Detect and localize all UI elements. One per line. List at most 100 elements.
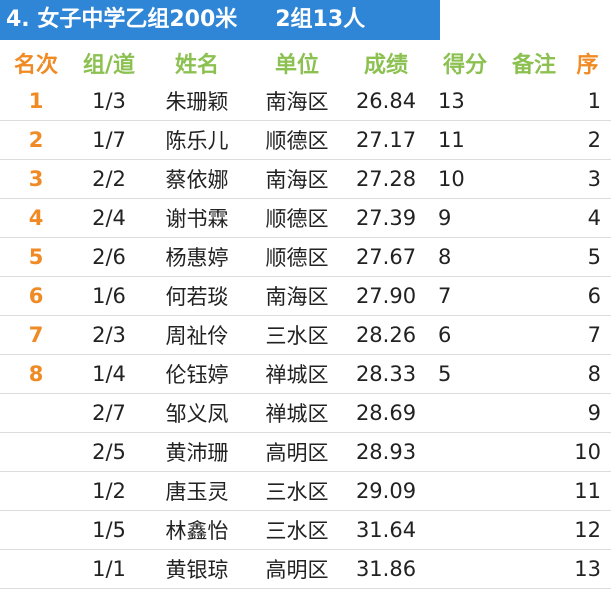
time-cell: 28.93 [346, 432, 426, 472]
table-row: 8 1/4 伦钰婷 禅城区 28.33 5 8 [0, 354, 611, 394]
unit-cell: 禅城区 [248, 354, 346, 394]
time-cell: 27.67 [346, 237, 426, 277]
lane-cell: 1/3 [72, 82, 146, 121]
rank-cell [0, 549, 72, 589]
seq-cell: 1 [564, 82, 611, 121]
note-cell [504, 315, 564, 355]
unit-cell: 高明区 [248, 432, 346, 472]
time-cell: 28.26 [346, 315, 426, 355]
note-cell [504, 471, 564, 511]
name-cell: 伦钰婷 [146, 354, 248, 394]
lane-cell: 2/3 [72, 315, 146, 355]
table-row: 1/5 林鑫怡 三水区 31.64 12 [0, 510, 611, 550]
unit-cell: 南海区 [248, 276, 346, 316]
unit-cell: 顺德区 [248, 120, 346, 160]
unit-cell: 南海区 [248, 82, 346, 121]
table-row: 1/2 唐玉灵 三水区 29.09 11 [0, 471, 611, 511]
points-cell: 5 [426, 354, 504, 394]
points-cell [426, 432, 504, 472]
points-cell [426, 393, 504, 433]
time-cell: 31.86 [346, 549, 426, 589]
points-cell: 8 [426, 237, 504, 277]
name-cell: 杨惠婷 [146, 237, 248, 277]
table-row: 4 2/4 谢书霖 顺德区 27.39 9 4 [0, 198, 611, 238]
name-cell: 何若琰 [146, 276, 248, 316]
rank-cell: 5 [0, 237, 72, 277]
header-seq: 序 [576, 53, 599, 78]
unit-cell: 高明区 [248, 549, 346, 589]
points-cell [426, 510, 504, 550]
unit-cell: 禅城区 [248, 393, 346, 433]
note-cell [504, 82, 564, 121]
seq-cell: 6 [564, 276, 611, 316]
table-row: 7 2/3 周祉伶 三水区 28.26 6 7 [0, 315, 611, 355]
name-cell: 黄沛珊 [146, 432, 248, 472]
points-cell: 13 [426, 82, 504, 121]
rank-cell: 6 [0, 276, 72, 316]
note-cell [504, 432, 564, 472]
lane-cell: 1/5 [72, 510, 146, 550]
header-note: 备注 [511, 53, 556, 78]
rank-cell: 2 [0, 120, 72, 160]
group-count: 2组13人 [275, 7, 366, 32]
seq-cell: 10 [564, 432, 611, 472]
name-cell: 邹义凤 [146, 393, 248, 433]
name-cell: 周祉伶 [146, 315, 248, 355]
table-row: 1/1 黄银琼 高明区 31.86 13 [0, 549, 611, 589]
seq-cell: 9 [564, 393, 611, 433]
lane-cell: 1/4 [72, 354, 146, 394]
table-row: 5 2/6 杨惠婷 顺德区 27.67 8 5 [0, 237, 611, 277]
header-time: 成绩 [363, 53, 408, 78]
lane-cell: 2/6 [72, 237, 146, 277]
table-row: 1 1/3 朱珊颖 南海区 26.84 13 1 [0, 82, 611, 121]
header-unit: 单位 [274, 53, 319, 78]
rank-cell: 8 [0, 354, 72, 394]
note-cell [504, 198, 564, 238]
time-cell: 29.09 [346, 471, 426, 511]
points-cell: 11 [426, 120, 504, 160]
name-cell: 蔡依娜 [146, 159, 248, 199]
note-cell [504, 159, 564, 199]
event-title: 4. 女子中学乙组200米 [6, 7, 238, 32]
rank-cell: 4 [0, 198, 72, 238]
lane-cell: 1/2 [72, 471, 146, 511]
note-cell [504, 549, 564, 589]
table-row: 2/7 邹义凤 禅城区 28.69 9 [0, 393, 611, 433]
rank-cell [0, 393, 72, 433]
seq-cell: 12 [564, 510, 611, 550]
name-cell: 黄银琼 [146, 549, 248, 589]
note-cell [504, 120, 564, 160]
header-points: 得分 [442, 53, 487, 78]
unit-cell: 南海区 [248, 159, 346, 199]
points-cell [426, 471, 504, 511]
table-row: 3 2/2 蔡依娜 南海区 27.28 10 3 [0, 159, 611, 199]
seq-cell: 5 [564, 237, 611, 277]
event-title-bar: 4. 女子中学乙组200米 2组13人 [0, 0, 440, 40]
note-cell [504, 510, 564, 550]
unit-cell: 三水区 [248, 315, 346, 355]
time-cell: 28.33 [346, 354, 426, 394]
rank-cell [0, 510, 72, 550]
results-table: 名次 组/道 姓名 单位 成绩 得分 备注 序 1 1/3 朱珊颖 南海区 26.84 1… [0, 44, 611, 589]
unit-cell: 顺德区 [248, 198, 346, 238]
rank-cell [0, 432, 72, 472]
table-row: 2/5 黄沛珊 高明区 28.93 10 [0, 432, 611, 472]
points-cell: 6 [426, 315, 504, 355]
time-cell: 28.69 [346, 393, 426, 433]
name-cell: 朱珊颖 [146, 82, 248, 121]
table-row: 2 1/7 陈乐儿 顺德区 27.17 11 2 [0, 120, 611, 160]
rank-cell: 7 [0, 315, 72, 355]
lane-cell: 2/5 [72, 432, 146, 472]
seq-cell: 7 [564, 315, 611, 355]
lane-cell: 2/4 [72, 198, 146, 238]
seq-cell: 4 [564, 198, 611, 238]
table-row: 6 1/6 何若琰 南海区 27.90 7 6 [0, 276, 611, 316]
points-cell [426, 549, 504, 589]
name-cell: 唐玉灵 [146, 471, 248, 511]
time-cell: 27.39 [346, 198, 426, 238]
lane-cell: 1/6 [72, 276, 146, 316]
note-cell [504, 237, 564, 277]
time-cell: 27.28 [346, 159, 426, 199]
note-cell [504, 354, 564, 394]
table-body: 1 1/3 朱珊颖 南海区 26.84 13 1 2 1/7 陈乐儿 顺德区 27.17 11 2 3 2/2… [0, 82, 611, 589]
